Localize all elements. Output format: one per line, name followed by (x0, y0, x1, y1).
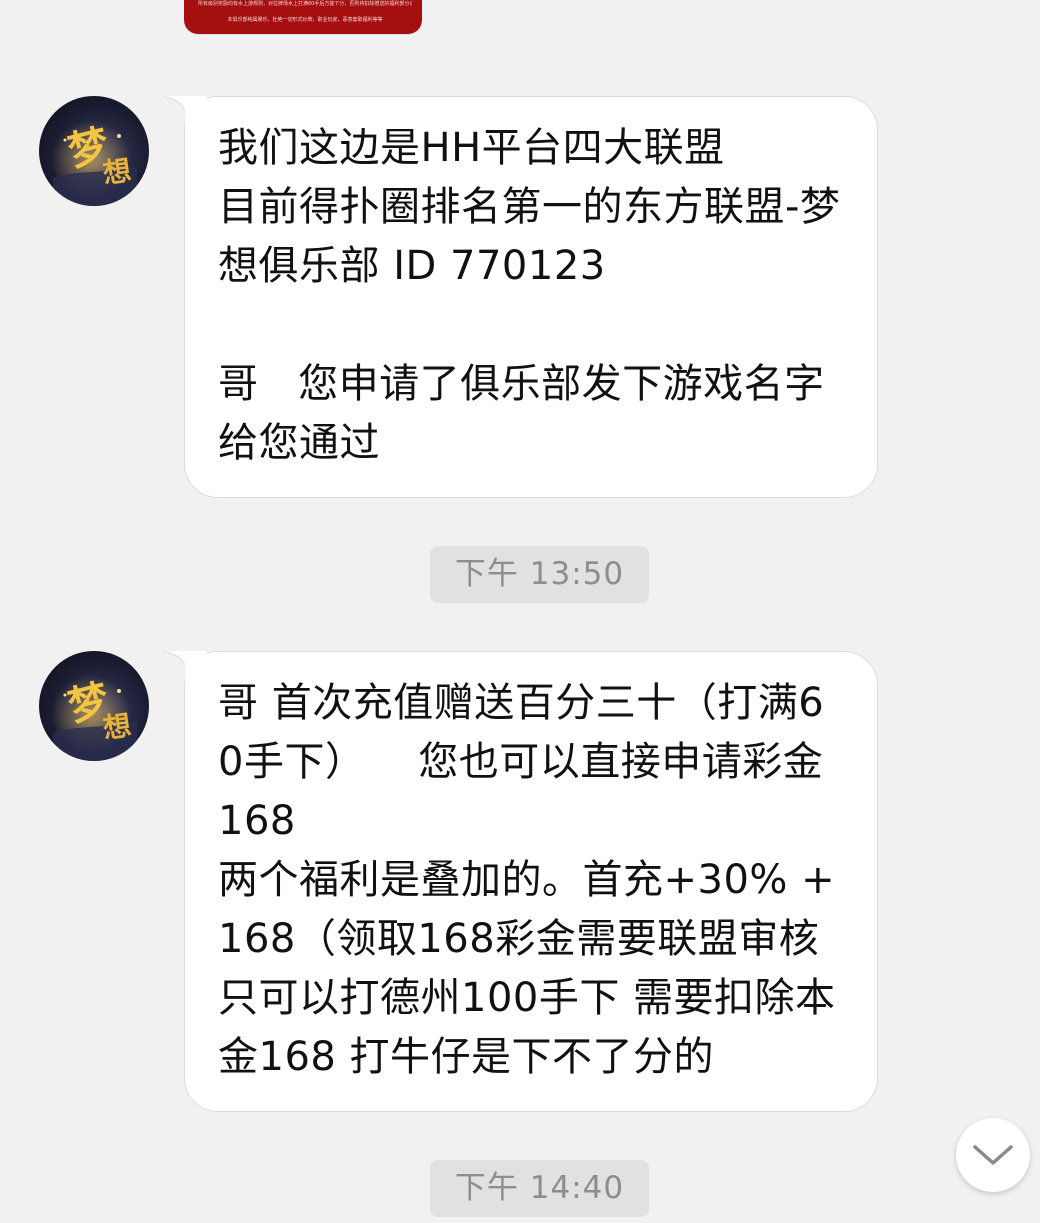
message-bubble[interactable]: 我们这边是HH平台四大联盟 目前得扑圈排名第一的东方联盟-梦想俱乐部 ID 77… (163, 96, 878, 498)
bubble-tail (163, 651, 207, 687)
image-message-card[interactable]: 所有级别奖励均有水上游规则，对拉牌场水上打满60手后方能下分，否则将扣除赠送的福… (184, 0, 422, 34)
svg-text:想: 想 (101, 154, 133, 191)
message-text: 哥 首次充值赠送百分三十（打满60手下） 您也可以直接申请彩金168 两个福利是… (218, 680, 836, 1080)
timestamp-chip: 下午 14:40 (430, 1160, 649, 1217)
dream-club-avatar-icon[interactable]: 梦 想 (39, 651, 149, 761)
image-caption-line-1: 所有级别奖励均有水上游规则，对拉牌场水上打满60手后方能下分，否则将扣除赠送的福… (198, 1, 412, 7)
message-text: 我们这边是HH平台四大联盟 目前得扑圈排名第一的东方联盟-梦想俱乐部 ID 77… (218, 125, 841, 466)
dream-club-avatar-icon[interactable]: 梦 想 (39, 96, 149, 206)
svg-text:想: 想 (101, 709, 133, 746)
bubble-tail (163, 96, 207, 132)
message-bubble[interactable]: 哥 首次充值赠送百分三十（打满60手下） 您也可以直接申请彩金168 两个福利是… (163, 651, 878, 1112)
scroll-to-bottom-button[interactable] (956, 1118, 1030, 1192)
image-caption-line-2: 本俱乐部纯属娱乐，杜绝一切形式炒牌，职业玩家，恶意套取福利等等 (227, 17, 383, 23)
chevron-down-icon (973, 1145, 1013, 1165)
timestamp-chip: 下午 13:50 (430, 546, 649, 603)
